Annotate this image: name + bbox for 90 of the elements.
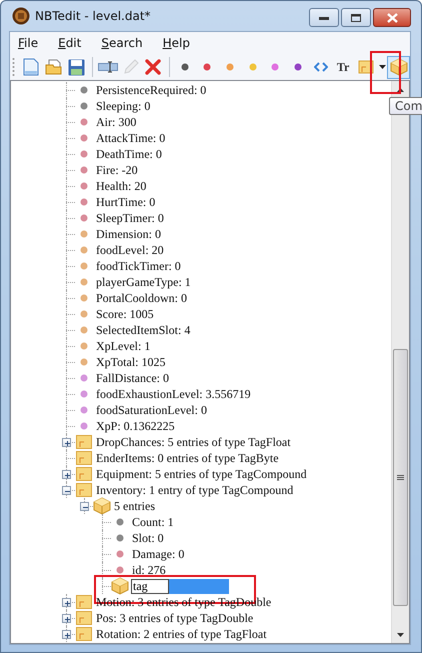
tree-node-label[interactable]: Slot: 0 [132, 530, 164, 546]
tree-node-label[interactable]: Damage: 0 [132, 546, 184, 562]
compound-button[interactable] [387, 56, 410, 78]
menu-item[interactable]: Help [162, 36, 190, 50]
dot-icon [203, 63, 212, 71]
tooltip: Com [389, 97, 422, 115]
expand-toggle[interactable] [62, 614, 70, 622]
dot-icon [180, 63, 189, 71]
tree-node-label[interactable]: playerGameType: 1 [96, 274, 191, 290]
tree-node-label[interactable]: Equipment: 5 entries of type TagCompound [96, 466, 307, 482]
name-input[interactable]: tag [131, 578, 169, 594]
close-icon [386, 12, 398, 22]
close-button[interactable] [373, 8, 411, 27]
tree-node-label[interactable]: Count: 1 [132, 514, 174, 530]
app-icon [12, 7, 30, 25]
tree-node-label[interactable]: id: 276 [132, 562, 166, 578]
tree-node-label[interactable]: XpP: 0.1362225 [96, 418, 175, 434]
minimize-icon [319, 16, 329, 20]
text-field-icon [98, 61, 118, 73]
tree-node-label[interactable]: DropChances: 5 entries of type TagFloat [96, 434, 291, 450]
document-icon [23, 58, 40, 76]
pencil-icon [122, 58, 140, 76]
brackets-icon [314, 62, 328, 72]
tree-node-label[interactable]: XpTotal: 1025 [96, 354, 166, 370]
tree-node-label[interactable]: PersistenceRequired: 0 [96, 82, 206, 98]
expand-toggle[interactable] [62, 438, 70, 446]
tree-node-label[interactable]: foodSaturationLevel: 0 [96, 402, 207, 418]
selection-highlight [169, 578, 229, 594]
dot-icon [271, 63, 280, 71]
caret-icon [378, 65, 386, 69]
dot-icon [294, 63, 302, 71]
folder-icon [76, 467, 92, 481]
tree-node-label[interactable]: Dimension: 0 [96, 226, 161, 242]
save-icon [68, 58, 85, 76]
plus-icon [62, 470, 70, 480]
tree-node-label[interactable]: SleepTimer: 0 [96, 210, 164, 226]
collapse-toggle[interactable] [80, 502, 88, 510]
tree-node-label[interactable]: HurtTime: 0 [96, 194, 156, 210]
plus-icon [62, 598, 70, 608]
menu-item[interactable]: Edit [58, 36, 82, 50]
window-title: NBTedit - level.dat* [35, 9, 152, 23]
menu-item[interactable]: Search [101, 36, 143, 50]
plus-icon [62, 438, 70, 448]
tree-node-label[interactable]: 5 entries [114, 498, 155, 514]
folder-icon [76, 451, 92, 465]
down-arrow-icon [397, 632, 404, 636]
dot-icon [248, 63, 257, 71]
folder-icon [76, 595, 92, 609]
tree-node-label[interactable]: foodTickTimer: 0 [96, 258, 181, 274]
tree-node-label[interactable]: Inventory: 1 entry of type TagCompound [96, 482, 294, 498]
dot-icon [226, 63, 234, 71]
expand-toggle[interactable] [62, 630, 70, 638]
tree-node-label[interactable]: PortalCooldown: 0 [96, 290, 188, 306]
tree-node-label[interactable]: XpLevel: 1 [96, 338, 150, 354]
toolbar-grip[interactable] [12, 57, 15, 77]
tree-node-label[interactable]: Score: 1005 [96, 306, 154, 322]
maximize-button[interactable] [341, 8, 371, 27]
expand-toggle[interactable] [62, 598, 70, 606]
menu-item[interactable]: File [18, 36, 38, 50]
tree-node-label[interactable]: DeathTime: 0 [96, 146, 162, 162]
tree-node-label[interactable]: AttackTime: 0 [96, 130, 166, 146]
box-icon [93, 497, 111, 515]
folder-icon [76, 483, 92, 497]
tree-node-label[interactable]: SelectedItemSlot: 4 [96, 322, 190, 338]
plus-icon [62, 614, 70, 624]
plus-icon [62, 630, 70, 640]
minimize-button[interactable] [309, 8, 339, 27]
folder-icon [76, 435, 92, 449]
box-icon [390, 58, 408, 76]
up-arrow-icon [397, 88, 404, 92]
expand-toggle[interactable] [62, 470, 70, 478]
folder-icon [44, 59, 63, 75]
tree-node-label[interactable]: Rotation: 2 entries of type TagFloat [96, 626, 267, 642]
tree-node-label[interactable]: foodExhaustionLevel: 3.556719 [96, 386, 251, 402]
tree-node-label[interactable]: EnderItems: 0 entries of type TagByte [96, 450, 279, 466]
folder-icon [76, 611, 92, 625]
tree-node-label[interactable]: Fire: -20 [96, 162, 138, 178]
tree-node-label[interactable]: FallDistance: 0 [96, 370, 169, 386]
tree-node-label[interactable]: Health: 20 [96, 178, 146, 194]
tree-node-label[interactable]: foodLevel: 20 [96, 242, 164, 258]
string-tag-button[interactable]: Tr [332, 56, 354, 78]
delete-icon [145, 59, 162, 75]
tree-node-label[interactable]: Air: 300 [96, 114, 136, 130]
maximize-icon [351, 14, 361, 22]
folder-icon [76, 627, 92, 641]
collapse-toggle[interactable] [62, 486, 70, 494]
scroll-thumb[interactable] [393, 349, 408, 606]
tree-node-label[interactable]: Sleeping: 0 [96, 98, 150, 114]
tree-node-label[interactable]: Pos: 3 entries of type TagDouble [96, 610, 254, 626]
box-icon [111, 577, 129, 595]
